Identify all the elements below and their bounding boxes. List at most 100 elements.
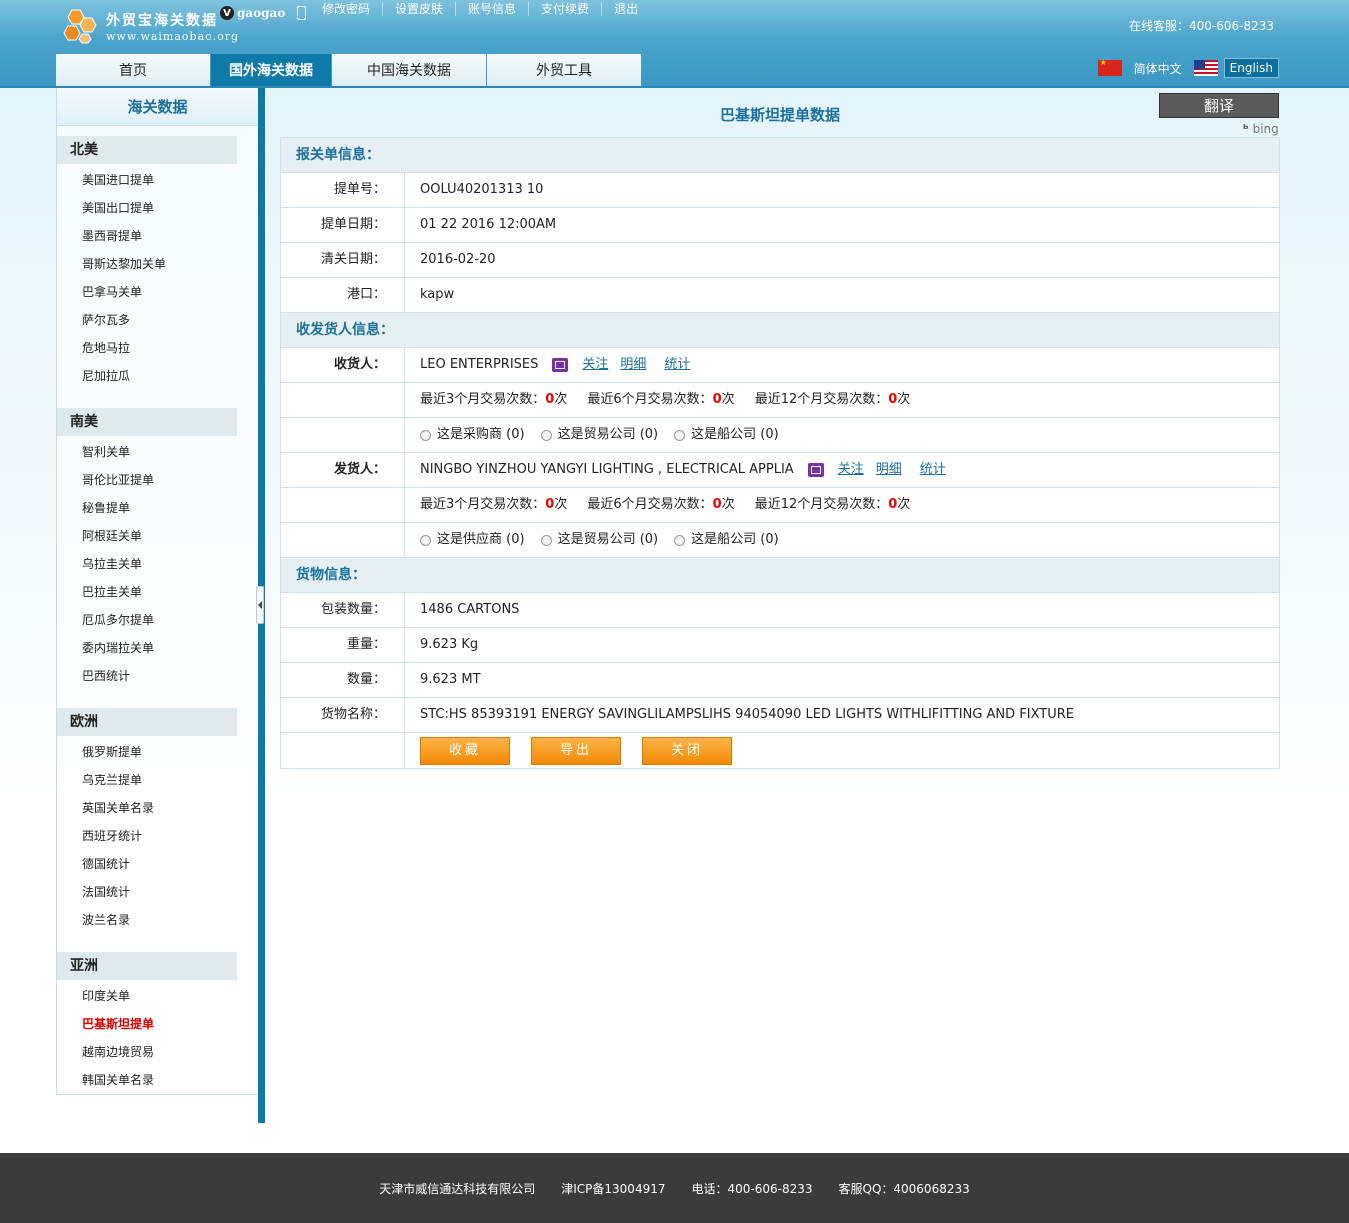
statistics-link[interactable]: 统计: [920, 453, 946, 487]
message-icon[interactable]: [552, 358, 569, 372]
sidebar-item[interactable]: 萨尔瓦多: [57, 306, 258, 334]
radio-circle-icon: [540, 534, 552, 546]
tab-trade-tools[interactable]: 外贸工具: [487, 54, 641, 86]
shipper-stats: 最近3个月交易次数：0次 最近6个月交易次数：0次 最近12个月交易次数：0次: [405, 488, 1279, 522]
china-flag-icon[interactable]: [1097, 58, 1122, 76]
sidebar-item[interactable]: 秘鲁提单: [57, 494, 258, 522]
stat-12m: 最近12个月交易次数：0次: [754, 392, 911, 407]
sidebar-item[interactable]: 越南边境贸易: [57, 1038, 258, 1066]
follow-link[interactable]: 关注: [838, 453, 864, 487]
account-info-link[interactable]: 账号信息: [455, 2, 528, 16]
table-row: 最近3个月交易次数：0次 最近6个月交易次数：0次 最近12个月交易次数：0次: [281, 383, 1279, 418]
sidebar-item-current[interactable]: 巴基斯坦提单: [57, 1010, 258, 1038]
sidebar-item[interactable]: 印度关单: [57, 982, 258, 1010]
footer-icp: 津ICP备13004917: [561, 1181, 666, 1196]
collapse-sidebar-icon[interactable]: [256, 586, 264, 624]
sidebar-item[interactable]: 尼加拉瓜: [57, 362, 258, 390]
statistics-link[interactable]: 统计: [664, 348, 690, 382]
set-skin-link[interactable]: 设置皮肤: [382, 2, 455, 16]
empty-label: [281, 733, 405, 768]
shipper-value-cell: NINGBO YINZHOU YANGYI LIGHTING , ELECTRI…: [405, 453, 1279, 487]
sidebar-item[interactable]: 俄罗斯提单: [57, 738, 258, 766]
sidebar-item[interactable]: 阿根廷关单: [57, 522, 258, 550]
quantity-label: 数量：: [281, 663, 405, 697]
close-button[interactable]: 关闭: [642, 736, 732, 765]
table-row: 货物名称： STC:HS 85393191 ENERGY SAVINGLILAM…: [281, 698, 1279, 733]
radio-shipping-company[interactable]: 这是船公司 (0): [674, 523, 779, 557]
export-button[interactable]: 导出: [531, 736, 621, 765]
footer: 天津市威信通达科技有限公司 津ICP备13004917 电话：400-606-8…: [0, 1153, 1349, 1223]
change-password-link[interactable]: 修改密码: [310, 2, 382, 16]
clear-date-label: 清关日期：: [281, 243, 405, 277]
sidebar-item[interactable]: 巴拉圭关单: [57, 578, 258, 606]
sidebar-item[interactable]: 美国出口提单: [57, 194, 258, 222]
follow-link[interactable]: 关注: [582, 348, 608, 382]
sidebar-item[interactable]: 乌克兰提单: [57, 766, 258, 794]
sidebar-item[interactable]: 乌拉圭关单: [57, 550, 258, 578]
radio-circle-icon: [674, 534, 686, 546]
mobile-icon[interactable]: [297, 6, 307, 20]
radio-trading-company[interactable]: 这是贸易公司 (0): [540, 418, 658, 452]
radio-trading-company[interactable]: 这是贸易公司 (0): [540, 523, 658, 557]
region-header[interactable]: 北美: [57, 136, 237, 164]
region-header[interactable]: 欧洲: [57, 708, 237, 736]
bill-date-label: 提单日期：: [281, 208, 405, 242]
radio-circle-icon: [540, 429, 552, 441]
sidebar-item[interactable]: 法国统计: [57, 878, 258, 906]
sidebar-item[interactable]: 巴拿马关单: [57, 278, 258, 306]
logo-hexagon-icon: [63, 9, 97, 44]
sidebar-item[interactable]: 危地马拉: [57, 334, 258, 362]
section-declaration: 报关单信息：: [281, 138, 1279, 173]
bill-date-value: 01 22 2016 12:00AM: [420, 217, 557, 232]
table-row: 提单号： OOLU40201313 10: [281, 173, 1279, 208]
tab-home[interactable]: 首页: [56, 54, 210, 86]
favorite-button[interactable]: 收藏: [420, 736, 510, 765]
sidebar-item[interactable]: 墨西哥提单: [57, 222, 258, 250]
hotline: 在线客服：400-606-8233: [1128, 19, 1274, 33]
radio-circle-icon: [420, 429, 431, 441]
port-label: 港口：: [281, 278, 405, 312]
footer-company: 天津市威信通达科技有限公司: [379, 1181, 536, 1196]
sidebar-item[interactable]: 西班牙统计: [57, 822, 258, 850]
payment-link[interactable]: 支付续费: [528, 2, 601, 16]
bill-no-value: OOLU40201313 10: [420, 182, 544, 197]
sidebar: 海关数据 北美 美国进口提单 美国出口提单 墨西哥提单 哥斯达黎加关单 巴拿马关…: [56, 88, 258, 1095]
tab-china-customs[interactable]: 中国海关数据: [332, 54, 486, 86]
sidebar-item[interactable]: 哥伦比亚提单: [57, 466, 258, 494]
radio-supplier[interactable]: 这是供应商 (0): [420, 523, 525, 557]
region-header[interactable]: 南美: [57, 408, 237, 436]
stat-12m: 最近12个月交易次数：0次: [754, 497, 911, 512]
username[interactable]: gaogao: [237, 6, 285, 20]
translate-button[interactable]: 翻译: [1159, 93, 1279, 118]
detail-link[interactable]: 明细: [620, 348, 646, 382]
radio-shipping-company[interactable]: 这是船公司 (0): [674, 418, 779, 452]
sidebar-item[interactable]: 德国统计: [57, 850, 258, 878]
detail-link[interactable]: 明细: [876, 453, 902, 487]
sidebar-item[interactable]: 委内瑞拉关单: [57, 634, 258, 662]
sidebar-item[interactable]: 美国进口提单: [57, 166, 258, 194]
logo-title: 外贸宝海关数据: [106, 13, 218, 29]
sidebar-item[interactable]: 哥斯达黎加关单: [57, 250, 258, 278]
header: 外贸宝海关数据 www.waimaobao.org V gaogao 修改密码 …: [0, 0, 1349, 88]
empty-label: [281, 488, 405, 522]
tab-foreign-customs[interactable]: 国外海关数据: [211, 54, 331, 86]
region-asia: 亚洲 印度关单 巴基斯坦提单 越南边境贸易 韩国关单名录: [57, 952, 258, 1094]
us-flag-icon[interactable]: [1193, 60, 1218, 76]
table-row: 包装数量： 1486 CARTONS: [281, 593, 1279, 628]
region-header[interactable]: 亚洲: [57, 952, 237, 980]
logout-link[interactable]: 退出: [601, 2, 650, 16]
table-row: 发货人： NINGBO YINZHOU YANGYI LIGHTING , EL…: [281, 453, 1279, 488]
lang-english[interactable]: English: [1223, 58, 1279, 78]
sidebar-item[interactable]: 智利关单: [57, 438, 258, 466]
radio-buyer[interactable]: 这是采购商 (0): [420, 418, 525, 452]
logo[interactable]: 外贸宝海关数据 www.waimaobao.org: [62, 6, 238, 46]
footer-qq: 客服QQ：4006068233: [838, 1181, 970, 1196]
sidebar-item[interactable]: 波兰名录: [57, 906, 258, 934]
message-icon[interactable]: [807, 463, 824, 477]
sidebar-item[interactable]: 巴西统计: [57, 662, 258, 690]
sidebar-item[interactable]: 厄瓜多尔提单: [57, 606, 258, 634]
sidebar-item[interactable]: 英国关单名录: [57, 794, 258, 822]
sidebar-item[interactable]: 韩国关单名录: [57, 1066, 258, 1094]
lang-chinese[interactable]: 简体中文: [1134, 60, 1182, 77]
table-row: 这是供应商 (0) 这是贸易公司 (0) 这是船公司 (0): [281, 523, 1279, 558]
